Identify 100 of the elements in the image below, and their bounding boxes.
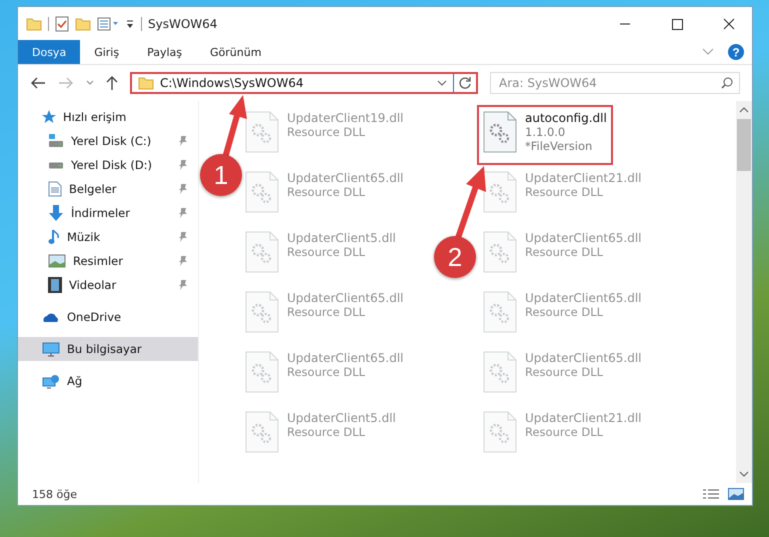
- file-detail: *FileVersion: [525, 139, 594, 153]
- file-name: autoconfig.dll: [525, 111, 607, 125]
- sidebar-item[interactable]: Ağ: [18, 369, 198, 393]
- back-arrow-icon[interactable]: [30, 76, 46, 90]
- window-title: SysWOW64: [148, 16, 218, 30]
- thumbnail-view-icon[interactable]: [728, 488, 744, 500]
- chevron-down-icon[interactable]: [86, 80, 94, 86]
- pin-icon[interactable]: [178, 279, 188, 291]
- ribbon-tab[interactable]: Giriş: [80, 40, 134, 64]
- sidebar-label: Yerel Disk (D:): [71, 158, 152, 172]
- file-name: UpdaterClient65.dll: [525, 231, 642, 245]
- file-detail: Resource DLL: [287, 425, 366, 439]
- folder-icon[interactable]: [26, 16, 42, 30]
- file-name: UpdaterClient21.dll: [525, 411, 642, 425]
- file-detail: Resource DLL: [287, 365, 366, 379]
- sidebar-item[interactable]: Yerel Disk (C:): [18, 129, 198, 153]
- sidebar-label: Resimler: [73, 254, 123, 268]
- file-detail: 1.1.0.0: [525, 125, 566, 139]
- sidebar-label: Bu bilgisayar: [67, 342, 142, 356]
- sidebar-item[interactable]: Müzik: [18, 225, 198, 249]
- sidebar-item[interactable]: Yerel Disk (D:): [18, 153, 198, 177]
- scrollbar[interactable]: [736, 101, 752, 483]
- file-name: UpdaterClient65.dll: [287, 291, 404, 305]
- ribbon-tab[interactable]: Paylaş: [133, 40, 196, 64]
- monitor-icon: [42, 342, 60, 356]
- drive-icon: [48, 134, 64, 148]
- pin-icon[interactable]: [178, 207, 188, 219]
- file-detail: Resource DLL: [287, 305, 366, 319]
- file-detail: Resource DLL: [525, 365, 604, 379]
- file-name: UpdaterClient21.dll: [525, 171, 642, 185]
- star-icon: [42, 110, 56, 124]
- file-name: UpdaterClient5.dll: [287, 411, 396, 425]
- sidebar-label: Belgeler: [69, 182, 117, 196]
- file-detail: Resource DLL: [525, 425, 604, 439]
- gear-file-icon: [245, 351, 279, 393]
- sidebar-label: İndirmeler: [71, 206, 130, 220]
- picture-icon: [48, 254, 66, 268]
- scroll-up-icon[interactable]: [739, 107, 749, 113]
- item-count: 158 öğe: [32, 488, 77, 500]
- sidebar-item[interactable]: Hızlı erişim: [18, 105, 198, 129]
- file-name: UpdaterClient5.dll: [287, 231, 396, 245]
- music-note-icon: [48, 229, 60, 245]
- sidebar-item[interactable]: Bu bilgisayar: [18, 337, 198, 361]
- properties-icon[interactable]: [97, 16, 119, 30]
- sidebar-label: Yerel Disk (C:): [71, 134, 152, 148]
- gear-file-icon: [245, 411, 279, 453]
- drive-icon: [48, 162, 64, 168]
- pin-icon[interactable]: [178, 135, 188, 147]
- scroll-down-icon[interactable]: [739, 471, 749, 477]
- down-arrow-icon: [48, 205, 64, 221]
- dropdown-icon[interactable]: [125, 18, 135, 30]
- sidebar-item[interactable]: Resimler: [18, 249, 198, 273]
- file-detail: Resource DLL: [287, 245, 366, 259]
- search-field[interactable]: Ara: SysWOW64: [490, 72, 740, 94]
- sidebar-item[interactable]: Videolar: [18, 273, 198, 297]
- file-name: UpdaterClient65.dll: [287, 171, 404, 185]
- ribbon-tab[interactable]: Görünüm: [196, 40, 276, 64]
- sidebar-label: Hızlı erişim: [63, 110, 126, 124]
- forward-arrow-icon[interactable]: [58, 76, 74, 90]
- address-bar[interactable]: C:\Windows\SysWOW64: [130, 72, 478, 94]
- address-path: C:\Windows\SysWOW64: [160, 76, 304, 90]
- gear-file-icon: [245, 291, 279, 333]
- gear-file-icon: [483, 291, 517, 333]
- document-icon: [48, 181, 62, 197]
- gear-file-icon: [483, 171, 517, 213]
- pin-icon[interactable]: [178, 255, 188, 267]
- ribbon-tab[interactable]: Dosya: [18, 40, 80, 64]
- file-name: UpdaterClient19.dll: [287, 111, 404, 125]
- file-detail: Resource DLL: [287, 185, 366, 199]
- file-detail: Resource DLL: [525, 185, 604, 199]
- folder-icon[interactable]: [75, 16, 91, 30]
- checklist-icon[interactable]: [55, 16, 69, 32]
- sidebar-label: Ağ: [67, 374, 82, 388]
- details-view-icon[interactable]: [702, 488, 720, 500]
- gear-file-icon: [245, 171, 279, 213]
- gear-file-icon: [245, 111, 279, 153]
- refresh-icon[interactable]: [458, 76, 472, 90]
- sidebar-item[interactable]: OneDrive: [18, 305, 198, 329]
- sidebar-item[interactable]: İndirmeler: [18, 201, 198, 225]
- pin-icon[interactable]: [178, 183, 188, 195]
- file-detail: Resource DLL: [287, 125, 366, 139]
- pin-icon[interactable]: [178, 159, 188, 171]
- file-detail: Resource DLL: [525, 305, 604, 319]
- search-icon[interactable]: [721, 77, 733, 89]
- scrollbar-thumb[interactable]: [737, 119, 751, 171]
- sidebar-item[interactable]: Belgeler: [18, 177, 198, 201]
- up-arrow-icon[interactable]: [106, 76, 118, 90]
- sidebar-label: OneDrive: [67, 310, 122, 324]
- gear-file-icon: [483, 231, 517, 273]
- folder-icon: [138, 76, 154, 90]
- file-name: UpdaterClient65.dll: [525, 291, 642, 305]
- pin-icon[interactable]: [178, 231, 188, 243]
- cloud-icon: [42, 311, 60, 323]
- file-name: UpdaterClient65.dll: [525, 351, 642, 365]
- chevron-down-icon[interactable]: [437, 80, 447, 86]
- file-item[interactable]: autoconfig.dll 1.1.0.0 *FileVersion: [477, 105, 613, 165]
- film-strip-icon: [48, 277, 62, 293]
- help-icon[interactable]: ?: [728, 44, 744, 60]
- file-name: UpdaterClient65.dll: [287, 351, 404, 365]
- gear-file-icon: [483, 351, 517, 393]
